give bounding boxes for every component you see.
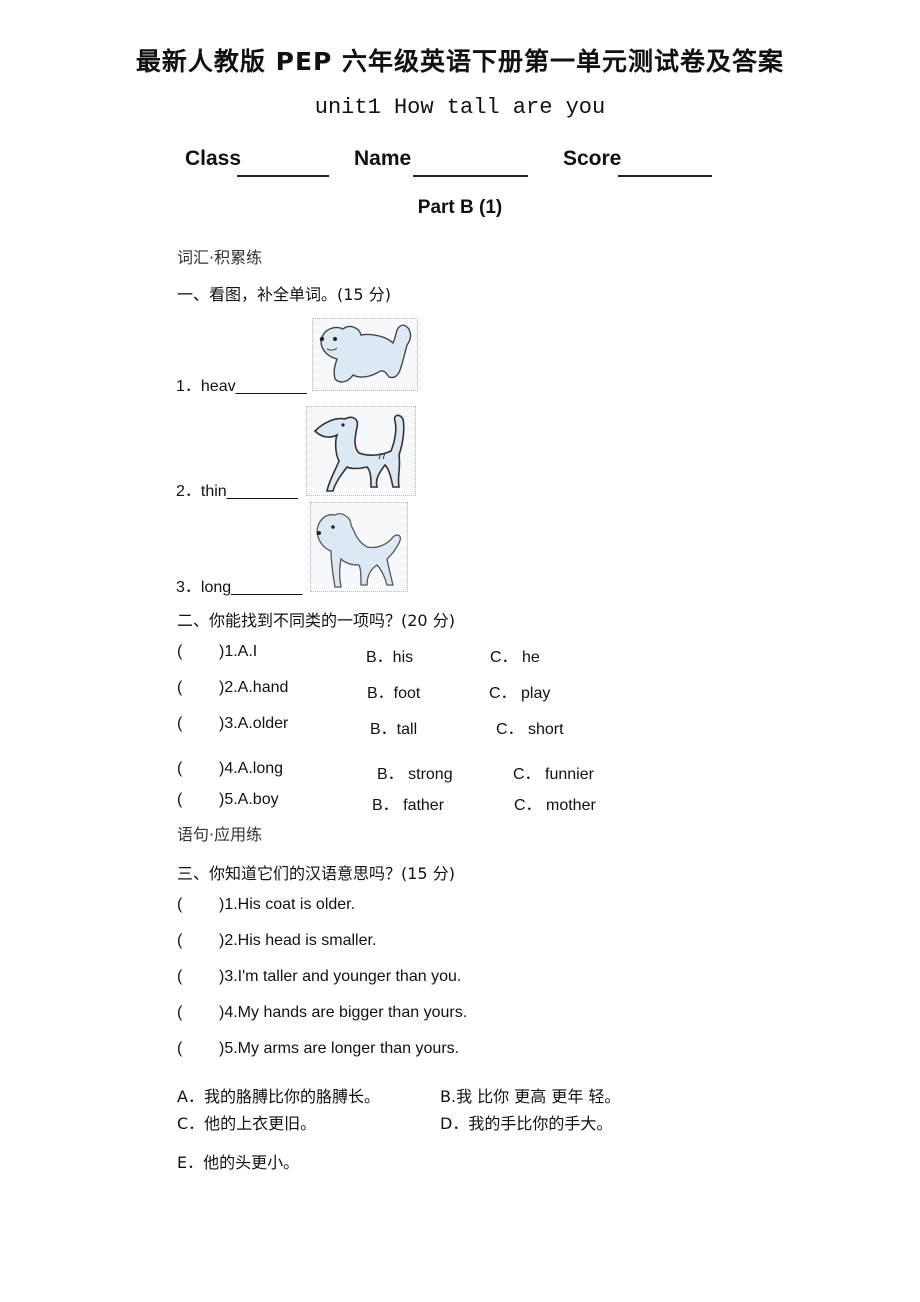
- sentence-item: )2.His head is smaller.: [219, 932, 377, 949]
- question-option-a: )1.A.I: [219, 643, 258, 660]
- translation-option-e: E．他的头更小。: [177, 1153, 300, 1172]
- question-option-b: B．tall: [370, 721, 418, 738]
- class-blank[interactable]: [237, 175, 329, 177]
- answer-paren-open[interactable]: (: [177, 1004, 182, 1022]
- sentence-category-label: 语句·应用练: [177, 825, 263, 844]
- answer-paren-open[interactable]: (: [177, 968, 182, 986]
- answer-paren-open[interactable]: (: [177, 679, 182, 697]
- answer-paren-open[interactable]: (: [177, 932, 182, 950]
- translation-option-a: A．我的胳膊比你的胳膊长。: [177, 1087, 380, 1106]
- translation-option-d: D．我的手比你的手大。: [440, 1114, 613, 1133]
- question-option-b: B． father: [372, 797, 445, 814]
- sentence-item: )5.My arms are longer than yours.: [219, 1040, 460, 1057]
- translation-option-b: B.我 比你 更高 更年 轻。: [440, 1087, 621, 1106]
- answer-paren-open[interactable]: (: [177, 1040, 182, 1058]
- question-option-a: )5.A.boy: [219, 791, 279, 808]
- sentence-item: )4.My hands are bigger than yours.: [219, 1004, 468, 1021]
- question-option-b: B． strong: [377, 766, 453, 783]
- unit-subtitle: unit1 How tall are you: [314, 95, 606, 120]
- section1-item-2: 2．thin________: [176, 483, 298, 500]
- question-option-b: B．his: [366, 649, 414, 666]
- name-blank[interactable]: [413, 175, 528, 177]
- name-label: Name: [354, 147, 412, 170]
- section3-heading: 三、你知道它们的汉语意思吗？(15 分): [177, 864, 455, 883]
- section1-heading: 一、看图，补全单词。(15 分): [177, 285, 391, 304]
- vocab-category-label: 词汇·积累练: [177, 248, 263, 267]
- sentence-item: )1.His coat is older.: [219, 896, 356, 913]
- answer-paren-open[interactable]: (: [177, 896, 182, 914]
- section2-heading: 二、你能找到不同类的一项吗？(20 分): [177, 611, 455, 630]
- question-option-c: C． he: [490, 649, 540, 666]
- question-option-a: )4.A.long: [219, 760, 284, 777]
- thin-dog-picture: [306, 406, 416, 496]
- score-blank[interactable]: [618, 175, 712, 177]
- translation-option-c: C．他的上衣更旧。: [177, 1114, 317, 1133]
- dog-icon: [319, 324, 412, 383]
- question-option-c: C． short: [496, 721, 564, 738]
- answer-paren-open[interactable]: (: [177, 643, 182, 661]
- dog-icon: [316, 513, 401, 588]
- class-label: Class: [185, 147, 242, 170]
- question-option-c: C． play: [489, 685, 551, 702]
- section1-item-3: 3．long________: [176, 579, 303, 596]
- question-option-a: )2.A.hand: [219, 679, 289, 696]
- long-haired-dog-picture: [310, 502, 408, 592]
- answer-paren-open[interactable]: (: [177, 715, 182, 733]
- chubby-dog-picture: [312, 318, 418, 391]
- answer-paren-open[interactable]: (: [177, 760, 182, 778]
- answer-paren-open[interactable]: (: [177, 791, 182, 809]
- score-label: Score: [563, 147, 622, 170]
- section1-item-1: 1．heav________: [176, 378, 307, 395]
- sentence-item: )3.I'm taller and younger than you.: [219, 968, 462, 985]
- question-option-c: C． funnier: [513, 766, 594, 783]
- question-option-a: )3.A.older: [219, 715, 289, 732]
- part-title: Part B (1): [417, 197, 503, 218]
- document-title: 最新人教版 PEP 六年级英语下册第一单元测试卷及答案: [135, 47, 785, 76]
- dog-icon: [313, 414, 405, 492]
- question-option-b: B．foot: [367, 685, 421, 702]
- question-option-c: C． mother: [514, 797, 596, 814]
